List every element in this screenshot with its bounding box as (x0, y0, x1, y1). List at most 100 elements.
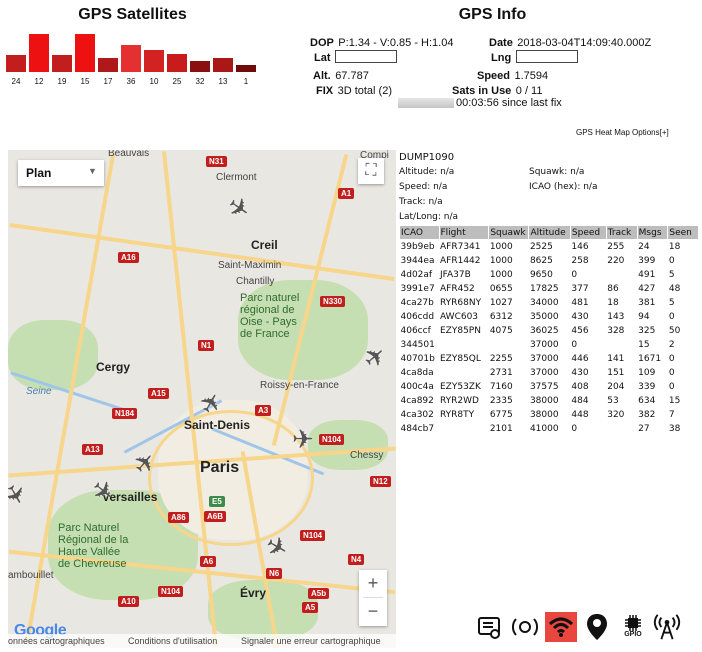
aircraft-cell: 0 (571, 270, 578, 280)
aircraft-row[interactable]: 39b9eb AFR7341 1000 2525 146 255 24 18 (400, 240, 699, 255)
fix-label: FIX (316, 85, 334, 97)
aircraft-cell: 18 (607, 298, 619, 308)
airplane-icon[interactable]: ✈ (8, 478, 33, 512)
road-badge: N12 (370, 476, 391, 487)
aircraft-table: ICAO Flight Squawk Altitude Speed Track Msgs Se… (399, 225, 699, 436)
aircraft-row[interactable]: 3991e7 AFR452 0655 17825 377 86 427 48 (400, 282, 699, 296)
place-label: Clermont (216, 172, 257, 183)
place-label: Roissy-en-France (260, 380, 339, 391)
sats-value: 0 / 11 (515, 85, 543, 97)
aircraft-cell: 427 (638, 284, 656, 294)
place-label: Évry (240, 586, 267, 600)
gpio-chip-icon[interactable]: GPIO (618, 612, 648, 642)
aircraft-cell: 408 (571, 382, 589, 392)
satellite-bar (167, 32, 187, 72)
aircraft-cell: 406cdd (400, 312, 435, 322)
park-area (308, 420, 388, 470)
aircraft-row[interactable]: 484cb7 2101 41000 0 27 38 (400, 422, 699, 436)
aircraft-cell: 36025 (529, 326, 559, 336)
aircraft-row[interactable]: 4ca8da 2731 37000 430 151 109 0 (400, 366, 699, 380)
aircraft-cell: 0 (668, 354, 675, 364)
satellite-bar-fill (121, 45, 141, 72)
aircraft-cell: 1000 (489, 256, 513, 266)
place-label: Saint-Maximin (218, 260, 282, 271)
gpio-label: GPIO (624, 631, 642, 638)
zoom-out-button[interactable]: − (359, 598, 387, 625)
antenna-icon[interactable] (652, 612, 682, 642)
place-label: Parc naturel régional de Oise - Pays de … (240, 292, 300, 340)
column-header[interactable]: Speed (569, 225, 607, 240)
airplane-icon[interactable]: ✈ (292, 426, 314, 452)
selected-track: Track: n/a (399, 197, 443, 207)
aircraft-cell: 5 (668, 298, 675, 308)
aircraft-cell: 399 (638, 256, 656, 266)
aircraft-cell: 37000 (529, 368, 559, 378)
aircraft-row[interactable]: 4d02af JFA37B 1000 9650 0 491 5 (400, 268, 699, 282)
terms-link[interactable]: Conditions d'utilisation (128, 636, 217, 646)
aircraft-row[interactable]: 406cdd AWC603 6312 35000 430 143 94 0 (400, 310, 699, 324)
aircraft-cell: RYR8TY (440, 410, 475, 420)
aircraft-cell: 37000 (529, 354, 559, 364)
road-badge: A5 (302, 602, 319, 613)
router-icon[interactable] (475, 612, 505, 642)
aircraft-cell: EZY53ZK (440, 382, 481, 392)
aircraft-cell: 255 (607, 242, 625, 252)
zoom-in-button[interactable]: + (359, 570, 387, 597)
column-header[interactable]: Altitude (528, 225, 571, 240)
aircraft-row[interactable]: 400c4a EZY53ZK 7160 37575 408 204 339 0 (400, 380, 699, 394)
satellite-prn-label: 19 (57, 77, 67, 86)
heatmap-options-link[interactable]: GPS Heat Map Options[+] (576, 128, 669, 137)
wifi-icon[interactable] (545, 612, 577, 642)
aircraft-cell: 146 (571, 242, 589, 252)
aircraft-cell: 6312 (489, 312, 513, 322)
column-header[interactable]: Flight (438, 225, 490, 240)
column-header[interactable]: Msgs (636, 225, 669, 240)
place-label: Saint-Denis (184, 418, 251, 432)
airplane-icon[interactable]: ✈ (221, 189, 256, 226)
aircraft-cell: 38 (668, 424, 681, 434)
chevron-down-icon: ▼ (88, 166, 97, 176)
satellite-bar-fill (190, 61, 210, 72)
aircraft-cell: 484 (571, 396, 589, 406)
park-area (8, 320, 98, 390)
road-badge: A5b (308, 588, 330, 599)
satellite-prn-label: 36 (126, 77, 136, 86)
selected-squawk: Squawk: n/a (529, 167, 585, 177)
report-error-link[interactable]: Signaler une erreur cartographique (241, 636, 381, 646)
satellite-bar (75, 32, 95, 72)
aircraft-cell: 0 (571, 340, 578, 350)
aircraft-cell: 430 (571, 312, 589, 322)
satellite-bar-fill (6, 55, 26, 72)
aircraft-row[interactable]: 4ca27b RYR68NY 1027 34000 481 18 381 5 (400, 296, 699, 310)
aircraft-row[interactable]: 406ccf EZY85PN 4075 36025 456 328 325 50 (400, 324, 699, 338)
aircraft-row[interactable]: 3944ea AFR1442 1000 8625 258 220 399 0 (400, 254, 699, 268)
aircraft-cell: EZY85PN (440, 326, 481, 336)
fullscreen-icon[interactable]: ⛶ (358, 158, 384, 184)
aircraft-cell: 381 (638, 298, 656, 308)
aircraft-cell: 4ca892 (400, 396, 434, 406)
column-header[interactable]: Squawk (488, 225, 530, 240)
radar-icon[interactable] (510, 612, 540, 642)
map-type-select[interactable]: Plan ▼ (18, 160, 104, 186)
aircraft-table-header: ICAO Flight Squawk Altitude Speed Track Msgs Se… (399, 225, 699, 240)
aircraft-row[interactable]: 40701b EZY85QL 2255 37000 446 141 1671 0 (400, 352, 699, 366)
place-label: ambouillet (8, 570, 54, 581)
column-header[interactable]: Seen (667, 225, 699, 240)
satellite-bar (29, 32, 49, 72)
column-header[interactable]: Track (605, 225, 638, 240)
satellite-prn-label: 12 (34, 77, 44, 86)
road-badge: N4 (348, 554, 365, 565)
aircraft-cell: 328 (607, 326, 625, 336)
map-data-link[interactable]: onnées cartographiques (8, 636, 105, 646)
aircraft-cell: 143 (607, 312, 625, 322)
aircraft-row[interactable]: 4ca892 RYR2WD 2335 38000 484 53 634 15 (400, 394, 699, 408)
aircraft-row[interactable]: 344501 37000 0 15 2 (400, 338, 699, 352)
map-attribution-bar: onnées cartographiques Conditions d'util… (8, 634, 396, 648)
road (9, 223, 395, 281)
aircraft-cell: 1000 (489, 242, 513, 252)
map[interactable]: Beauvais Compi Clermont Creil Saint-Maxi… (8, 150, 396, 648)
column-header[interactable]: ICAO (399, 225, 440, 240)
aircraft-row[interactable]: 4ca302 RYR8TY 6775 38000 448 320 382 7 (400, 408, 699, 422)
satellite-prn-label: 10 (149, 77, 159, 86)
location-pin-icon[interactable] (582, 612, 612, 642)
